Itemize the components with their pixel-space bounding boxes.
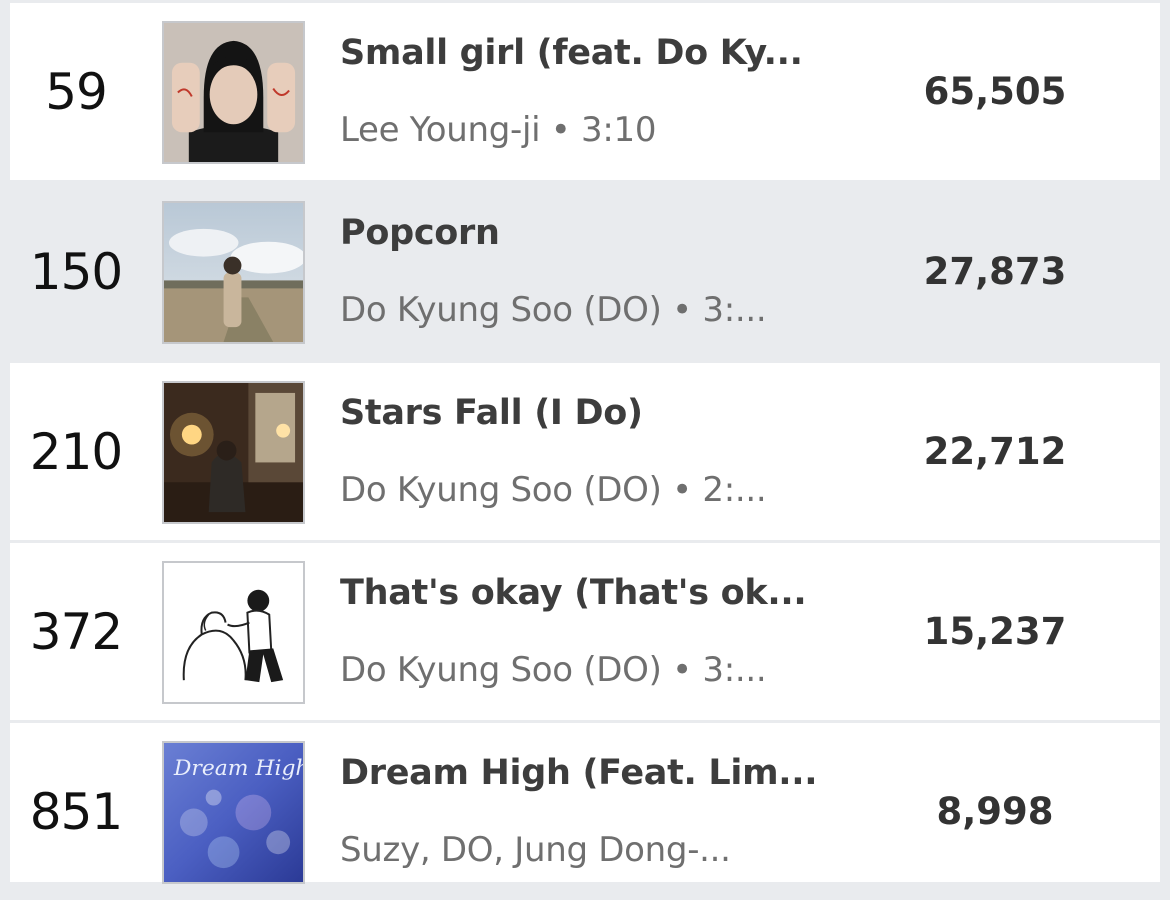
- album-cover[interactable]: [162, 381, 305, 524]
- track-row[interactable]: 59 Small girl (feat. Do Ky... Lee Young-…: [10, 3, 1160, 180]
- album-cover[interactable]: [162, 201, 305, 344]
- track-play-count: 65,505: [923, 70, 1067, 113]
- dog-illustration-cover-image: [164, 563, 303, 702]
- field-landscape-cover-image: [164, 203, 303, 342]
- artist-portrait-cover-image: [164, 23, 303, 162]
- track-artist-duration: Do Kyung Soo (DO) • 3:...: [340, 650, 767, 690]
- track-rank: 150: [29, 242, 123, 301]
- album-cover[interactable]: [162, 21, 305, 164]
- track-rank: 372: [29, 602, 123, 661]
- lamp-room-cover-image: [164, 383, 303, 522]
- track-list: 59 Small girl (feat. Do Ky... Lee Young-…: [0, 0, 1170, 884]
- track-rank: 851: [29, 782, 123, 841]
- track-artist-duration: Do Kyung Soo (DO) • 3:...: [340, 290, 767, 330]
- track-row[interactable]: 851 Dream High Dream High (Feat. Lim... …: [10, 723, 1160, 884]
- album-cover[interactable]: [162, 561, 305, 704]
- track-title: Dream High (Feat. Lim...: [340, 753, 818, 793]
- track-row[interactable]: 372 That's okay (That's ok... Do Kyung S…: [10, 543, 1160, 720]
- track-play-count: 27,873: [923, 250, 1067, 293]
- track-row[interactable]: 210 Stars Fall (I Do) Do Kyung Soo (DO) …: [10, 363, 1160, 540]
- track-artist-duration: Suzy, DO, Jung Dong-...: [340, 830, 731, 870]
- track-rank: 210: [29, 422, 123, 481]
- track-artist-duration: Do Kyung Soo (DO) • 2:...: [340, 470, 767, 510]
- track-rank: 59: [45, 62, 108, 121]
- dream-high-bokeh-cover-image: Dream High: [164, 743, 303, 882]
- track-title: Popcorn: [340, 213, 500, 253]
- track-artist-duration: Lee Young-ji • 3:10: [340, 110, 657, 150]
- track-play-count: 22,712: [923, 430, 1067, 473]
- album-cover[interactable]: Dream High: [162, 741, 305, 884]
- track-title: Stars Fall (I Do): [340, 393, 643, 433]
- track-title: That's okay (That's ok...: [340, 573, 807, 613]
- track-row[interactable]: 150 Popcorn Do Kyung Soo (DO) • 3:... 27…: [10, 183, 1160, 360]
- cover-text: Dream High: [173, 756, 303, 781]
- track-title: Small girl (feat. Do Ky...: [340, 33, 803, 73]
- track-play-count: 15,237: [923, 610, 1067, 653]
- track-play-count: 8,998: [936, 790, 1054, 833]
